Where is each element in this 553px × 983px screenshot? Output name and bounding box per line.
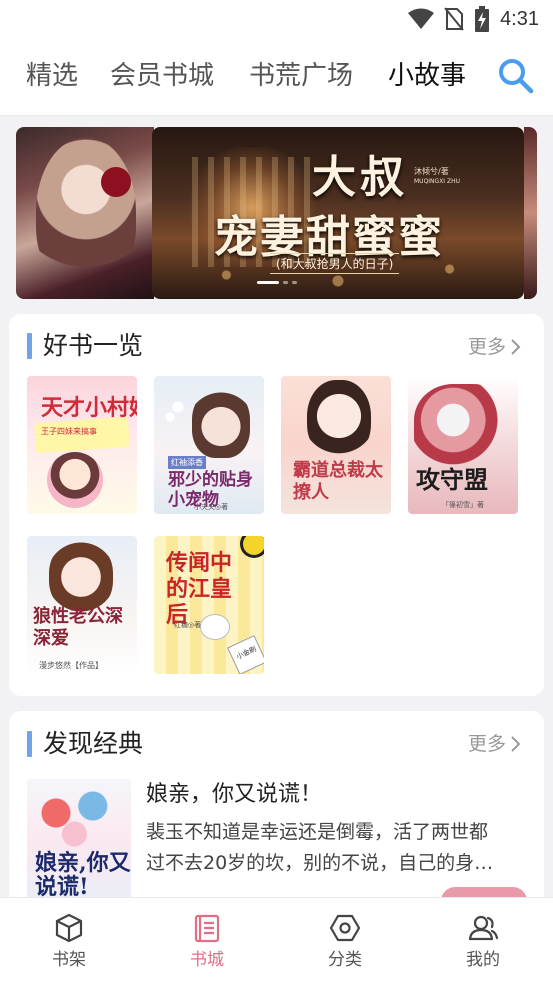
bottom-nav: 书架 书城 分类 我的: [0, 897, 553, 983]
more-link-classics[interactable]: 更多: [468, 731, 522, 757]
section-title: 发现经典: [43, 729, 144, 758]
chevron-right-icon: [511, 736, 521, 752]
banner-subtitle: (和大叔抢男人的日子): [270, 253, 400, 274]
nav-label: 书城: [190, 950, 224, 970]
banner-slide-previous[interactable]: [16, 127, 154, 299]
banner-slide-current[interactable]: 大叔 沐倾兮/著 MUQINGXI ZHU 宠妻甜蜜蜜 (和大叔抢男人的日子): [152, 127, 524, 299]
cover-title: 攻守盟: [416, 465, 488, 494]
section-title: 好书一览: [43, 331, 144, 360]
tab-featured[interactable]: 精选: [26, 58, 78, 94]
banner-dot-active: [257, 281, 279, 284]
wifi-icon: [408, 8, 435, 29]
good-books-section: 好书一览 更多 天才小村姑 王子四妹来搞事 红袖添香 邪少的贴身小宠物 小夫夫◎…: [9, 314, 544, 696]
cube-icon: [55, 913, 83, 943]
banner-author: 沐倾兮/著 MUQINGXI ZHU: [414, 167, 460, 185]
banner-title-line1: 大叔: [312, 152, 408, 203]
nav-label: 我的: [466, 950, 500, 970]
hexagon-icon: [329, 914, 361, 942]
no-sim-icon: [444, 7, 464, 31]
status-icons: 4:31: [408, 6, 539, 32]
tab-book-plaza[interactable]: 书荒广场: [249, 58, 353, 94]
section-accent-bar: [27, 731, 32, 757]
banner-dot: [283, 281, 288, 284]
tab-vip-bookstore[interactable]: 会员书城: [110, 58, 214, 94]
banner-dot: [292, 281, 297, 284]
users-icon: [468, 915, 499, 941]
search-icon[interactable]: [497, 57, 535, 95]
book-cover[interactable]: 红袖添香 邪少的贴身小宠物 小夫夫◎著: [154, 376, 264, 514]
tab-short-stories[interactable]: 小故事: [388, 58, 466, 94]
cover-author: 「篠初雪」著: [442, 501, 484, 509]
cover-title: 狼性老公深深爱: [33, 606, 123, 649]
banner-slide-next[interactable]: [524, 127, 537, 299]
book-cover[interactable]: 天才小村姑 王子四妹来搞事: [27, 376, 137, 514]
classic-book-cover[interactable]: 娘亲,你又说谎!: [27, 779, 131, 911]
cover-title: 霸道总裁太撩人: [293, 460, 383, 503]
nav-mine[interactable]: 我的: [414, 898, 552, 983]
cover-author: 小夫夫◎著: [194, 503, 229, 511]
banner-carousel[interactable]: 大叔 沐倾兮/著 MUQINGXI ZHU 宠妻甜蜜蜜 (和大叔抢男人的日子): [16, 127, 537, 299]
classic-book-title[interactable]: 娘亲，你又说谎！: [146, 779, 322, 811]
cover-author: 红糖◎著: [174, 621, 202, 629]
section-accent-bar: [27, 333, 32, 359]
book-cover[interactable]: 霸道总裁太撩人: [281, 376, 391, 514]
nav-label: 书架: [52, 950, 86, 970]
more-label: 更多: [467, 336, 506, 358]
book-cover[interactable]: 攻守盟 「篠初雪」著: [408, 376, 518, 514]
more-label: 更多: [467, 733, 506, 755]
nav-bookshelf[interactable]: 书架: [0, 898, 138, 983]
chevron-right-icon: [511, 339, 521, 355]
cover-tagline: 王子四妹来搞事: [41, 427, 97, 436]
cover-title: 天才小村姑: [41, 395, 137, 421]
top-nav: 精选 会员书城 书荒广场 小故事: [0, 40, 553, 116]
book-list-icon: [194, 914, 220, 943]
nav-label: 分类: [328, 950, 362, 970]
nav-bookstore[interactable]: 书城: [138, 898, 276, 983]
book-cover[interactable]: 狼性老公深深爱 漫步悠然【作品】: [27, 536, 137, 674]
nav-category[interactable]: 分类: [276, 898, 414, 983]
cover-author: 漫步悠然【作品】: [39, 661, 103, 670]
cover-badge: 红袖添香: [168, 456, 206, 469]
more-link-good-books[interactable]: 更多: [468, 334, 522, 360]
status-time: 4:31: [500, 7, 539, 30]
classic-book-description: 裴玉不知道是幸运还是倒霉，活了两世都 过不去20岁的坎，别的不说，自己的身…: [146, 821, 494, 874]
cover-title: 娘亲,你又说谎!: [35, 850, 131, 900]
battery-charging-icon: [475, 6, 490, 32]
classics-section: 发现经典 更多 娘亲,你又说谎! 娘亲，你又说谎！ 裴玉不知道是幸运还是倒霉，活…: [9, 711, 544, 911]
book-cover[interactable]: 传闻中的江皇后 红糖◎著 小金刷: [154, 536, 264, 674]
status-bar: 4:31: [0, 0, 553, 40]
banner-indicator: [257, 281, 297, 285]
